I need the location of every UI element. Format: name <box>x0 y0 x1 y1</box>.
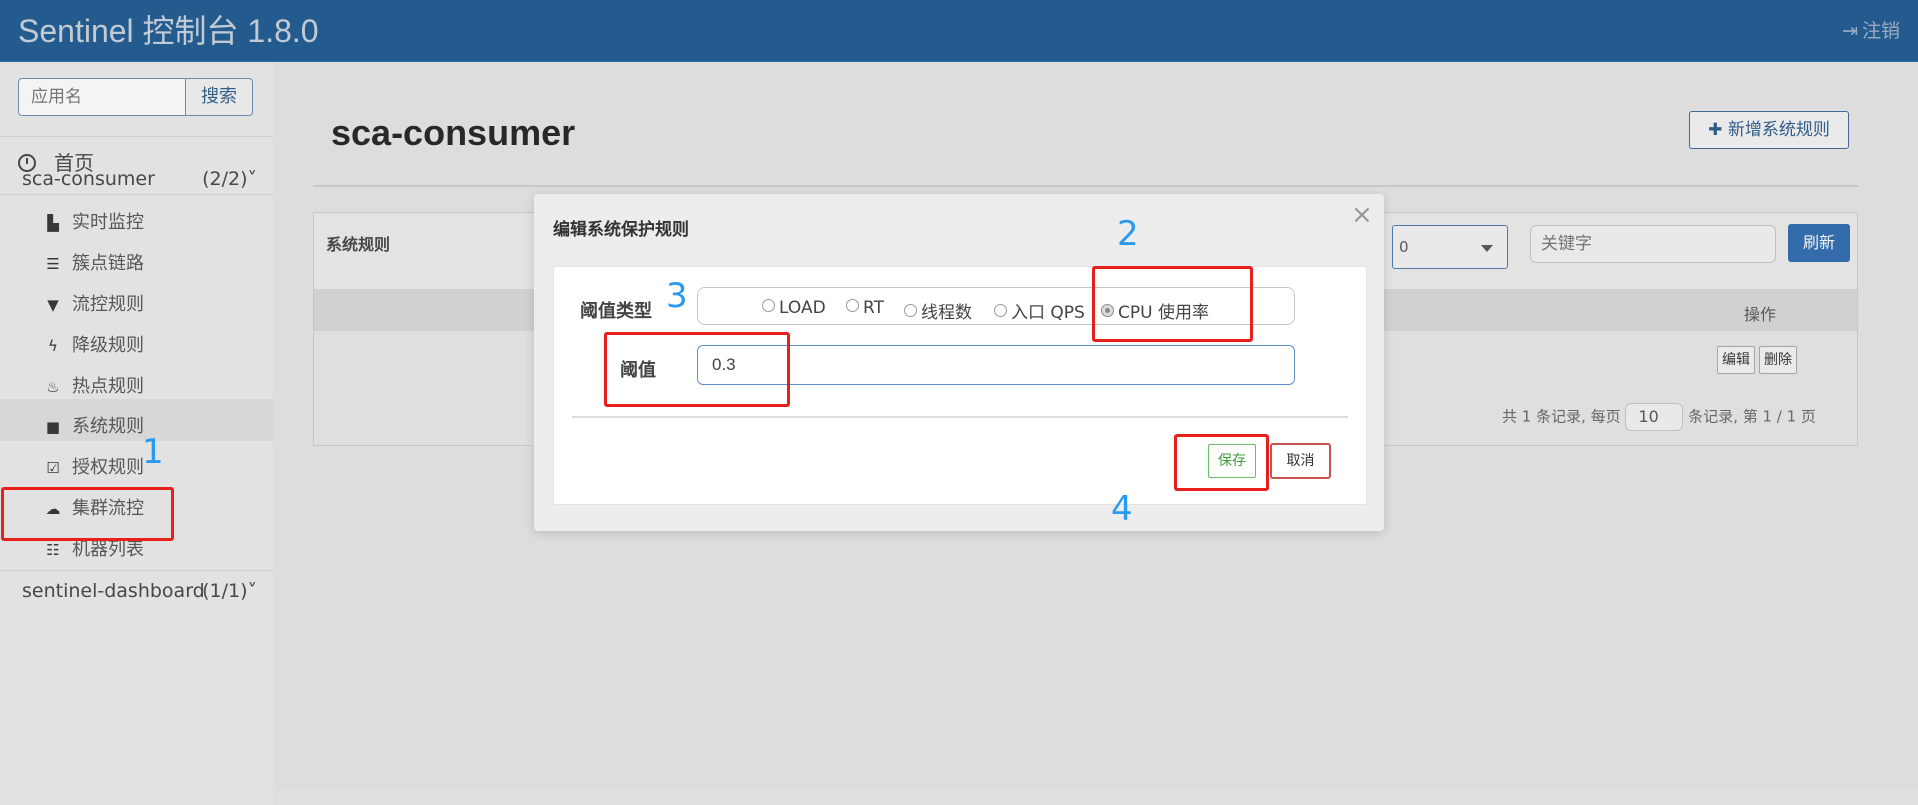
cancel-button[interactable]: 取消 <box>1270 443 1331 479</box>
modal-title: 编辑系统保护规则 <box>553 220 689 240</box>
radio-threads[interactable]: 线程数 <box>904 298 972 323</box>
annotation-number-1: 1 <box>142 432 164 472</box>
annotation-number-2: 2 <box>1117 214 1139 254</box>
annotation-number-3: 3 <box>666 276 688 316</box>
radio-load[interactable]: LOAD <box>762 298 826 318</box>
radio-rt[interactable]: RT <box>846 298 884 318</box>
radio-icon <box>846 299 859 312</box>
annotation-box-save <box>1174 434 1269 491</box>
close-icon[interactable]: × <box>1351 200 1373 230</box>
radio-icon <box>762 299 775 312</box>
annotation-box-cpu-usage <box>1092 266 1253 342</box>
annotation-box-system-rules <box>1 487 174 541</box>
divider <box>572 416 1348 418</box>
threshold-type-label: 阈值类型 <box>580 301 652 322</box>
radio-icon <box>904 304 917 317</box>
radio-icon <box>994 304 1007 317</box>
annotation-number-4: 4 <box>1111 489 1133 529</box>
radio-entry-qps[interactable]: 入口 QPS <box>994 298 1085 323</box>
annotation-box-threshold <box>604 332 790 407</box>
